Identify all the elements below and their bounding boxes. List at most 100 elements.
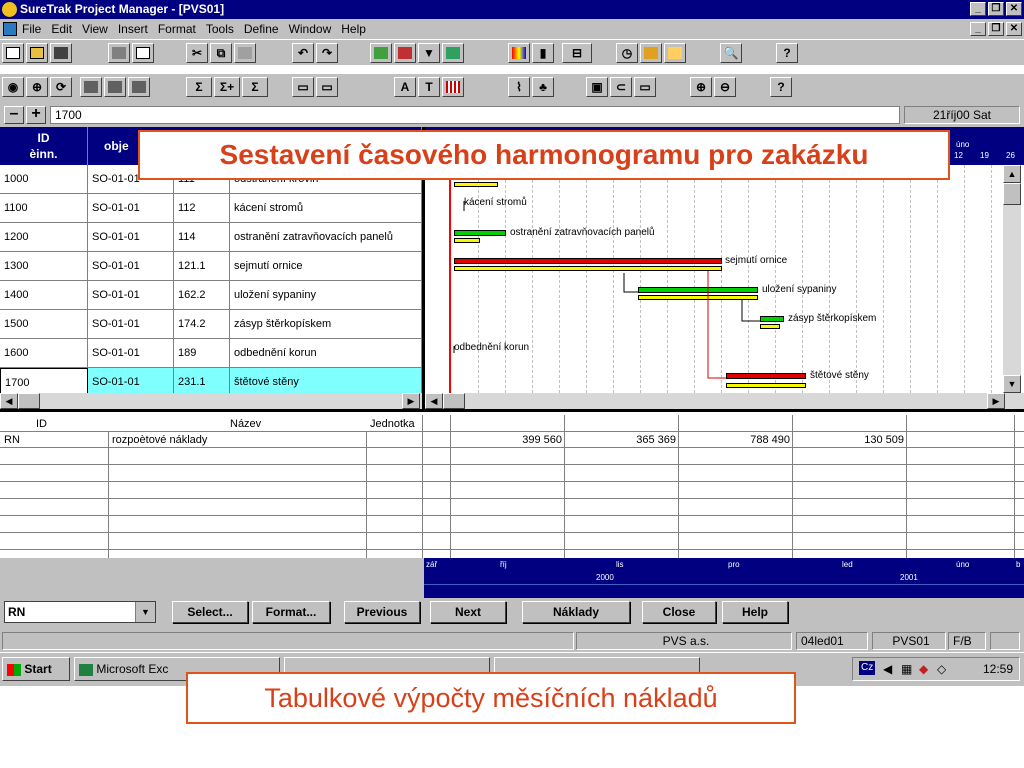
table-row[interactable] [0,482,1024,499]
scroll-left-button[interactable]: ◀ [0,393,18,409]
indent-icon[interactable]: Σ+ [214,77,240,97]
scroll-thumb[interactable] [18,393,40,409]
select-button[interactable]: Select... [172,601,248,623]
layout-icon[interactable] [442,43,464,63]
grid-cell-obj[interactable]: SO-01-01 [88,194,174,222]
grid-cell-name[interactable]: ostranění zatravňovacích panelů [230,223,422,251]
table-row[interactable]: 1700 SO-01-01 231.1 štětové stěny [0,368,422,393]
grid-cell-name[interactable]: štětové stěny [230,368,422,393]
scroll-down-button[interactable]: ▼ [1003,375,1021,393]
antivirus-icon[interactable]: ◆ [919,658,928,680]
gantt-horizontal-scrollbar[interactable]: ◀ ▶ [425,393,1024,409]
table-row[interactable]: 1400 SO-01-01 162.2 uložení sypaniny [0,281,422,310]
progress-icon[interactable] [664,43,686,63]
help-icon[interactable]: ? [776,43,798,63]
menu-view[interactable]: View [82,22,108,36]
table-row[interactable]: 1500 SO-01-01 174.2 zásyp štěrkopískem [0,310,422,339]
menu-format[interactable]: Format [158,22,196,36]
grid-cell-code[interactable]: 114 [174,223,230,251]
tree-icon[interactable]: ♣ [532,77,554,97]
menu-help[interactable]: Help [341,22,366,36]
speaker-icon[interactable]: ◀ [883,658,892,680]
previous-button[interactable]: Previous [344,601,420,623]
grid-horizontal-scrollbar[interactable]: ◀ ▶ [0,393,422,409]
organize-icon[interactable] [640,43,662,63]
edit-activity-icon[interactable] [80,77,102,97]
paste-icon[interactable] [234,43,256,63]
grid-cell-code[interactable]: 112 [174,194,230,222]
grid-cell-id[interactable]: 1400 [0,281,88,309]
chevron-down-icon[interactable]: ▼ [135,602,155,622]
table-row[interactable] [0,465,1024,482]
summarize-icon[interactable]: Σ [242,77,268,97]
bars-icon[interactable] [442,77,464,97]
table-row[interactable] [0,516,1024,533]
next-button[interactable]: Next [430,601,506,623]
naklady-button[interactable]: Náklady [522,601,630,623]
table-row[interactable]: RN rozpoètové náklady 399 560 365 369 78… [0,431,1024,448]
grid-cell-name[interactable]: odbednění korun [230,339,422,367]
network-icon[interactable]: ▦ [901,658,912,680]
close-button[interactable]: ✕ [1006,2,1022,16]
format-button[interactable]: Format... [252,601,330,623]
binoculars-icon[interactable]: ◉ [2,77,24,97]
scroll-left-button[interactable]: ◀ [425,393,443,409]
grid-cell-code[interactable]: 162.2 [174,281,230,309]
font-color-icon[interactable]: A [394,77,416,97]
grid-cell-id[interactable]: 1000 [0,165,88,193]
grid-cell-id[interactable]: 1200 [0,223,88,251]
menu-file[interactable]: File [22,22,41,36]
language-indicator[interactable]: Cz [859,661,876,675]
expand-icon[interactable]: ▭ [316,77,338,97]
schedule-icon[interactable]: ⊟ [562,43,592,63]
assistant-icon[interactable]: ? [770,77,792,97]
table-row[interactable] [0,499,1024,516]
menu-window[interactable]: Window [289,22,332,36]
doc-minimize-button[interactable]: _ [970,22,986,36]
grid-cell-id[interactable]: 1300 [0,252,88,280]
zoom-out-icon[interactable]: ⊖ [714,77,736,97]
camera-icon[interactable]: ▣ [586,77,608,97]
grid-cell-obj[interactable]: SO-01-01 [88,368,174,393]
grid-cell-name[interactable]: zásyp štěrkopískem [230,310,422,338]
link-icon[interactable] [370,43,392,63]
grid-cell-id[interactable]: 1100 [0,194,88,222]
table-row[interactable]: 1200 SO-01-01 114 ostranění zatravňovacích … [0,223,422,252]
scroll-thumb[interactable] [443,393,465,409]
scroll-up-button[interactable]: ▲ [1003,165,1021,183]
collapse-icon[interactable]: ▭ [292,77,314,97]
scroll-right-button[interactable]: ▶ [987,393,1005,409]
pane-divider[interactable] [0,409,1024,412]
zoom-in-icon[interactable]: ⊕ [690,77,712,97]
outdent-icon[interactable]: Σ [186,77,212,97]
edit-bar-icon[interactable] [104,77,126,97]
grid-cell-obj[interactable]: SO-01-01 [88,223,174,251]
table-row[interactable]: 1600 SO-01-01 189 odbednění korun [0,339,422,368]
cost-type-select[interactable]: RN ▼ [4,601,156,623]
close-sheet-button[interactable]: Close [642,601,716,623]
menu-insert[interactable]: Insert [118,22,148,36]
column-header-id[interactable]: ID èinn. [0,127,88,165]
attach-icon[interactable]: ⌇ [508,77,530,97]
grid-cell-code[interactable]: 121.1 [174,252,230,280]
table-row[interactable]: 1300 SO-01-01 121.1 sejmutí ornice [0,252,422,281]
grid-cell-obj[interactable]: SO-01-01 [88,339,174,367]
grid-cell-code[interactable]: 174.2 [174,310,230,338]
minus-button[interactable]: – [4,106,24,124]
menu-define[interactable]: Define [244,22,279,36]
timeline-icon[interactable]: ⊂ [610,77,632,97]
folder-icon[interactable]: ▭ [634,77,656,97]
grid-cell-obj[interactable]: SO-01-01 [88,310,174,338]
text-icon[interactable]: T [418,77,440,97]
table-row[interactable] [0,533,1024,550]
filter-icon[interactable]: ▼ [418,43,440,63]
menu-edit[interactable]: Edit [51,22,72,36]
refresh-icon[interactable]: ⟳ [50,77,72,97]
cut-icon[interactable]: ✂ [186,43,208,63]
open-icon[interactable] [26,43,48,63]
grid-cell-obj[interactable]: SO-01-01 [88,252,174,280]
doc-close-button[interactable]: ✕ [1006,22,1022,36]
scroll-right-button[interactable]: ▶ [402,393,420,409]
zoom-icon[interactable]: ⊕ [26,77,48,97]
table-row[interactable]: 1100 SO-01-01 112 kácení stromů [0,194,422,223]
